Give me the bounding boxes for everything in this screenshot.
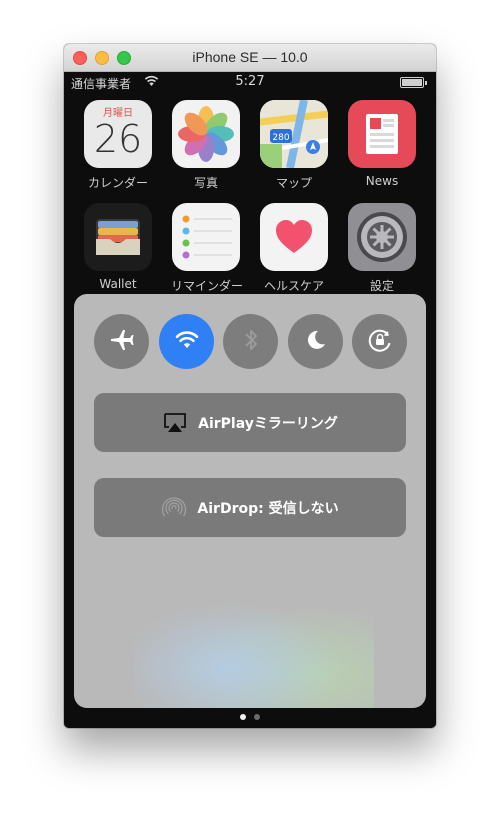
app-news[interactable]: News [347, 100, 417, 188]
control-center-panel: AirPlayミラーリング AirDrop: 受信しない [74, 294, 426, 708]
app-label: Wallet [99, 277, 137, 291]
title-bar: iPhone SE — 10.0 [64, 44, 436, 72]
app-calendar[interactable]: 月曜日 26 カレンダー [83, 100, 153, 191]
wifi-icon [174, 329, 200, 355]
airplay-mirroring-button[interactable]: AirPlayミラーリング [94, 393, 406, 452]
simulator-window: iPhone SE — 10.0 通信事業者 5:27 月曜日 26 カレンダー [64, 44, 436, 728]
health-icon [260, 203, 328, 271]
airplay-icon [162, 412, 188, 434]
photos-icon [172, 100, 240, 168]
airplane-icon [109, 327, 135, 357]
app-settings[interactable]: 設定 [347, 203, 417, 294]
iphone-screen: 通信事業者 5:27 月曜日 26 カレンダー 写真 280 マップ News … [64, 72, 436, 728]
airdrop-button[interactable]: AirDrop: 受信しない [94, 478, 406, 537]
window-title: iPhone SE — 10.0 [192, 49, 308, 65]
status-bar: 通信事業者 5:27 [64, 72, 436, 92]
page-dot-active[interactable] [240, 714, 246, 720]
wallet-icon [84, 203, 152, 271]
bluetooth-icon [242, 327, 260, 357]
settings-icon [348, 203, 416, 271]
calendar-icon: 月曜日 26 [84, 100, 152, 168]
app-reminders[interactable]: リマインダー [171, 203, 244, 294]
app-label: 設定 [369, 279, 394, 293]
page-indicator [64, 714, 436, 720]
do-not-disturb-toggle[interactable] [288, 314, 343, 369]
page-dot[interactable] [254, 714, 260, 720]
maps-icon: 280 [260, 100, 328, 168]
app-label: リマインダー [171, 279, 244, 293]
app-photos[interactable]: 写真 [171, 100, 241, 191]
app-label: ヘルスケア [263, 279, 324, 293]
battery-icon [400, 77, 427, 88]
airplane-mode-toggle[interactable] [94, 314, 149, 369]
rotation-lock-toggle[interactable] [352, 314, 407, 369]
status-time: 5:27 [235, 74, 265, 89]
news-icon [348, 100, 416, 168]
app-wallet[interactable]: Wallet [83, 203, 153, 291]
rotation-lock-icon [366, 326, 394, 358]
app-maps[interactable]: 280 マップ [259, 100, 329, 191]
calendar-day: 26 [93, 117, 143, 161]
wifi-toggle[interactable] [159, 314, 214, 369]
airplay-label: AirPlayミラーリング [198, 415, 338, 432]
moon-icon [304, 328, 328, 356]
app-label: カレンダー [87, 176, 148, 190]
airdrop-icon [161, 495, 187, 521]
app-label: 写真 [193, 176, 218, 190]
app-label: マップ [275, 176, 312, 190]
panel-glow [134, 584, 374, 708]
app-label: News [365, 174, 399, 188]
reminders-icon [172, 203, 240, 271]
airdrop-label: AirDrop: 受信しない [197, 500, 339, 517]
maps-route-number: 280 [272, 133, 289, 143]
bluetooth-toggle[interactable] [223, 314, 278, 369]
app-health[interactable]: ヘルスケア [259, 203, 329, 294]
